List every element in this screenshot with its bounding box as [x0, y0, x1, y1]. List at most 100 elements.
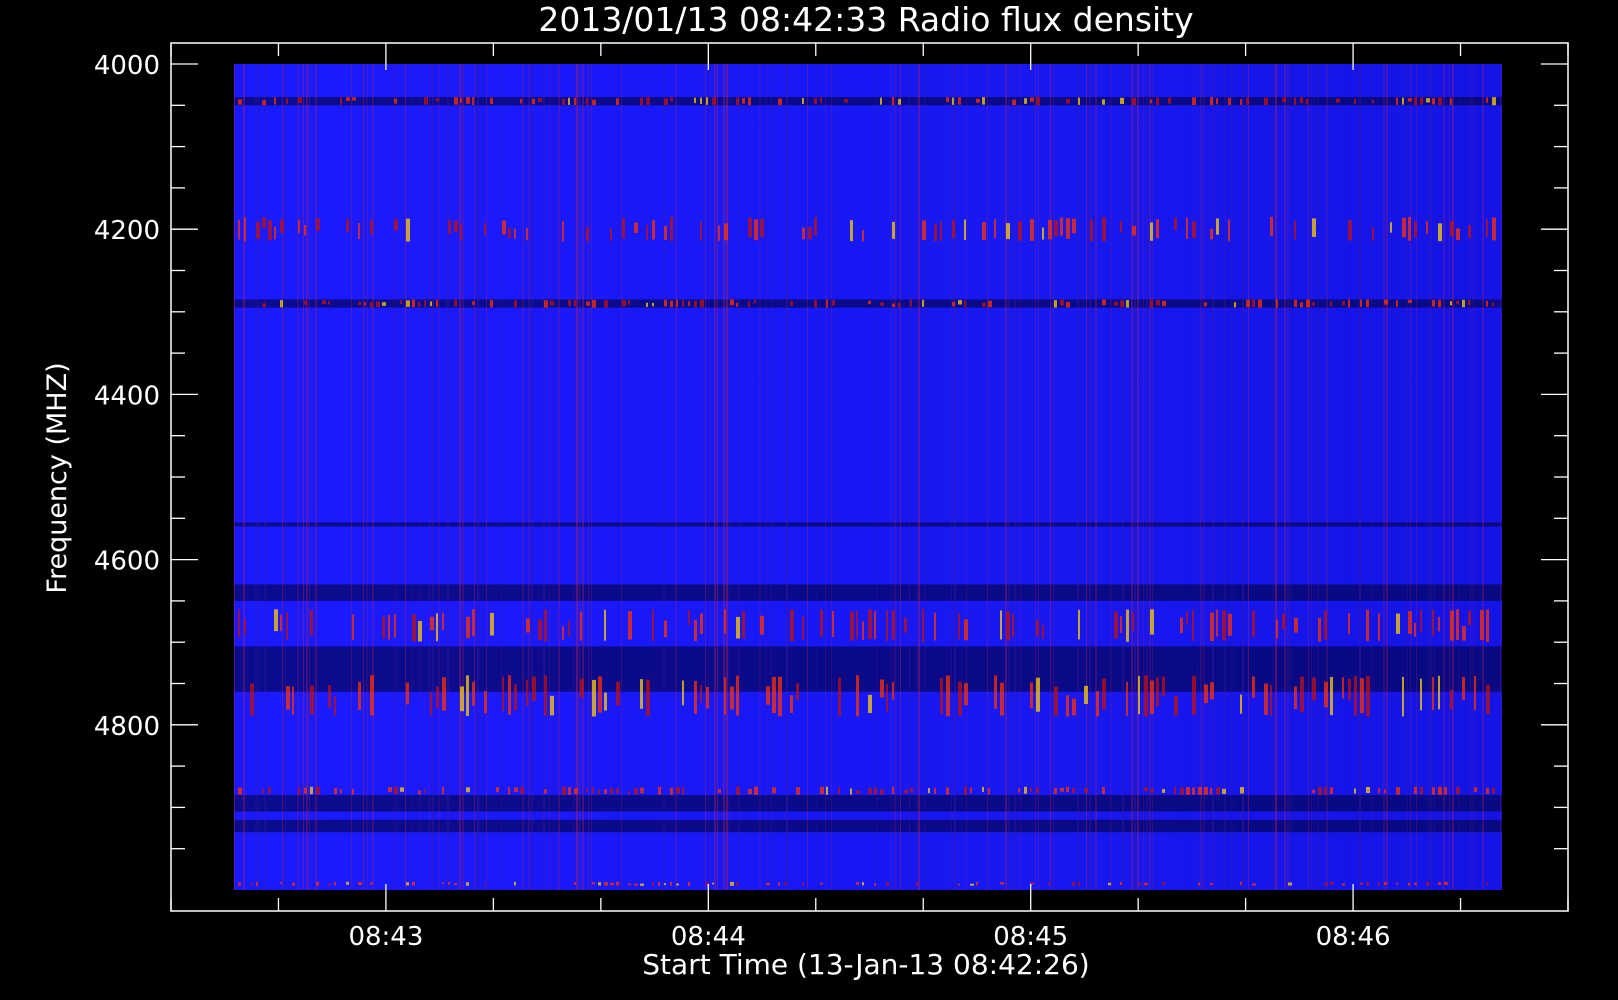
flux-speckle	[664, 620, 667, 638]
flux-speckle	[1456, 609, 1459, 641]
flux-speckle	[310, 610, 313, 636]
flux-speckle	[670, 300, 673, 308]
flux-speckle	[712, 97, 716, 105]
vertical-streak	[909, 64, 910, 890]
vertical-streak	[1200, 64, 1202, 890]
vertical-streak	[1089, 64, 1091, 890]
y-axis-label: Frequency (MHZ)	[42, 362, 73, 593]
flux-speckle	[904, 789, 908, 794]
flux-speckle	[730, 686, 734, 710]
flux-speckle	[1270, 684, 1272, 716]
flux-speckle	[1354, 788, 1356, 794]
flux-speckle	[310, 786, 313, 795]
flux-speckle	[742, 97, 745, 104]
flux-speckle	[1492, 787, 1495, 794]
flux-speckle	[1486, 609, 1489, 642]
flux-speckle	[892, 221, 895, 239]
flux-speckle	[1078, 609, 1080, 640]
flux-speckle	[670, 881, 672, 886]
vertical-streak	[966, 64, 967, 890]
flux-speckle	[1492, 97, 1496, 106]
flux-speckle	[268, 787, 271, 794]
flux-speckle	[328, 883, 331, 886]
flux-speckle	[1162, 676, 1165, 697]
flux-speckle	[952, 301, 955, 307]
flux-speckle	[442, 882, 444, 885]
flux-speckle	[1060, 299, 1064, 306]
flux-speckle	[1162, 882, 1165, 885]
flux-speckle	[868, 694, 872, 714]
flux-speckle	[448, 881, 450, 885]
flux-speckle	[1408, 299, 1412, 304]
vertical-streak	[900, 64, 901, 890]
flux-speckle	[982, 786, 984, 792]
vertical-streak	[447, 64, 449, 890]
flux-speckle	[850, 220, 853, 242]
flux-speckle	[1330, 787, 1333, 794]
flux-speckle	[388, 787, 392, 793]
flux-speckle	[1384, 299, 1388, 305]
flux-speckle	[490, 612, 494, 636]
flux-speckle	[1156, 677, 1159, 707]
flux-speckle	[688, 301, 690, 306]
vertical-streak	[477, 64, 479, 890]
flux-speckle	[880, 679, 884, 698]
flux-speckle	[760, 615, 764, 635]
flux-speckle	[1240, 787, 1244, 794]
flux-speckle	[544, 789, 547, 794]
flux-speckle	[1006, 223, 1010, 240]
flux-speckle	[1126, 300, 1129, 308]
flux-speckle	[1462, 299, 1465, 308]
flux-speckle	[676, 299, 678, 308]
flux-speckle	[1342, 883, 1345, 886]
flux-speckle	[1072, 787, 1075, 794]
flux-speckle	[826, 299, 828, 308]
flux-speckle	[724, 223, 728, 241]
flux-speckle	[790, 609, 794, 642]
flux-speckle	[1030, 787, 1032, 793]
vertical-streak	[675, 64, 677, 890]
vertical-streak	[897, 64, 899, 890]
flux-speckle	[640, 679, 643, 709]
flux-speckle	[436, 299, 438, 308]
flux-speckle	[1432, 787, 1435, 795]
flux-speckle	[1378, 882, 1380, 886]
flux-speckle	[1036, 677, 1040, 712]
flux-speckle	[1132, 98, 1136, 106]
flux-speckle	[664, 883, 666, 886]
flux-speckle	[706, 686, 709, 709]
flux-speckle	[298, 786, 300, 795]
flux-speckle	[700, 221, 702, 241]
vertical-streak	[306, 64, 308, 890]
flux-speckle	[1156, 97, 1159, 105]
flux-speckle	[778, 98, 782, 106]
flux-speckle	[1396, 300, 1398, 307]
flux-speckle	[484, 883, 486, 886]
flux-speckle	[514, 228, 516, 239]
flux-speckle	[238, 882, 241, 886]
flux-speckle	[1156, 299, 1160, 306]
vertical-streak	[723, 64, 725, 890]
flux-speckle	[1360, 882, 1363, 885]
flux-speckle	[370, 675, 374, 716]
flux-speckle	[262, 303, 266, 308]
flux-speckle	[1144, 675, 1148, 717]
flux-speckle	[934, 612, 936, 641]
flux-speckle	[718, 789, 721, 793]
flux-speckle	[1366, 609, 1369, 642]
vertical-streak	[582, 64, 584, 890]
flux-speckle	[394, 786, 398, 795]
flux-speckle	[700, 299, 704, 308]
vertical-streak	[528, 64, 530, 890]
flux-speckle	[316, 881, 319, 886]
y-tick-label: 4200	[94, 216, 160, 246]
flux-speckle	[892, 303, 895, 308]
vertical-streak	[1359, 64, 1361, 890]
flux-speckle	[940, 221, 942, 241]
flux-speckle	[1036, 787, 1039, 794]
flux-speckle	[982, 97, 985, 105]
flux-speckle	[712, 882, 714, 885]
flux-speckle	[856, 790, 860, 794]
flux-speckle	[1186, 787, 1190, 795]
vertical-streak	[918, 64, 920, 890]
